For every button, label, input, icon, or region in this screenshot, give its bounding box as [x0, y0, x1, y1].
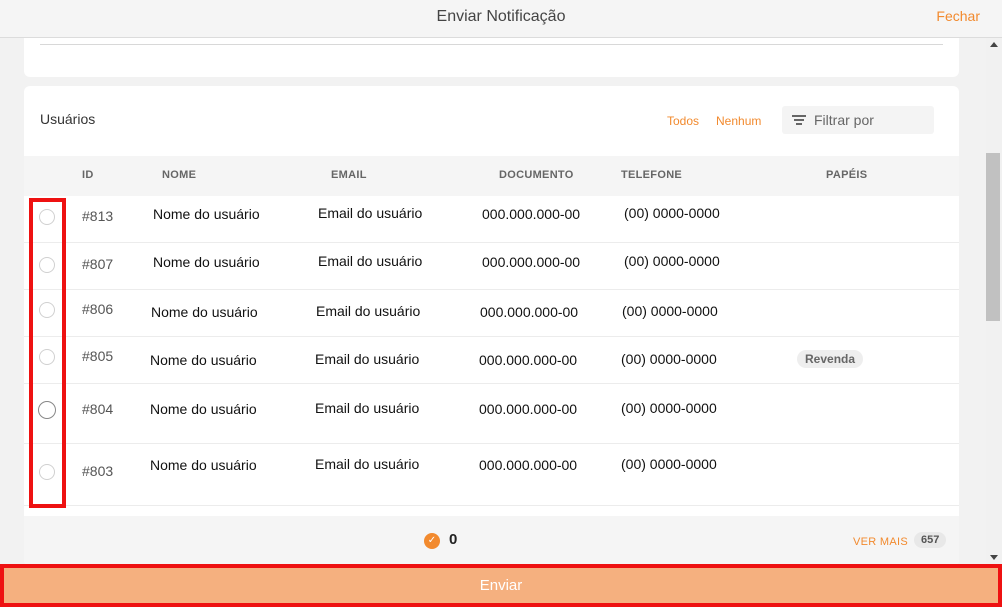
user-phone: (00) 0000-0000 [624, 205, 720, 221]
column-header-phone[interactable]: TELEFONE [621, 169, 682, 181]
user-email: Email do usuário [318, 253, 423, 269]
user-document: 000.000.000-00 [479, 401, 578, 417]
user-phone: (00) 0000-0000 [621, 456, 717, 472]
user-name: Nome do usuário [153, 206, 260, 222]
modal-title: Enviar Notificação [436, 8, 566, 25]
user-document: 000.000.000-00 [480, 304, 579, 320]
user-email: Email do usuário [316, 303, 421, 319]
user-id: #807 [82, 256, 114, 272]
see-more-link[interactable]: VER MAIS [853, 536, 908, 548]
users-section-title: Usuários [40, 111, 96, 127]
user-id: #804 [82, 401, 114, 417]
send-button[interactable]: Enviar [0, 564, 1002, 607]
user-email: Email do usuário [315, 456, 420, 472]
modal-header: Enviar Notificação Fechar [0, 0, 1002, 38]
filter-box[interactable] [782, 106, 934, 134]
scrollbar-thumb[interactable] [986, 153, 1000, 321]
table-row[interactable]: #813 Nome do usuário Email do usuário 00… [24, 196, 959, 243]
user-document: 000.000.000-00 [479, 457, 578, 473]
table-row[interactable]: #807 Nome do usuário Email do usuário 00… [24, 243, 959, 290]
user-document: 000.000.000-00 [482, 206, 581, 222]
user-name: Nome do usuário [150, 401, 257, 417]
table-row[interactable]: #805 Nome do usuário Email do usuário 00… [24, 337, 959, 384]
scrollbar[interactable] [986, 38, 1002, 564]
user-phone: (00) 0000-0000 [624, 253, 720, 269]
column-header-id[interactable]: ID [82, 169, 94, 181]
select-none-link[interactable]: Nenhum [716, 114, 761, 128]
user-phone: (00) 0000-0000 [622, 303, 718, 319]
filter-input[interactable] [814, 106, 929, 134]
user-id: #805 [82, 348, 114, 364]
user-id: #803 [82, 463, 114, 479]
user-document: 000.000.000-00 [482, 254, 581, 270]
scroll-down-icon[interactable] [990, 555, 998, 560]
user-name: Nome do usuário [150, 352, 257, 368]
select-all-link[interactable]: Todos [667, 114, 699, 128]
selected-count: 0 [449, 531, 458, 548]
users-card: Usuários Todos Nenhum ID NOME EMAIL DOCU… [24, 86, 959, 564]
table-header: ID NOME EMAIL DOCUMENTO TELEFONE PAPÉIS [24, 156, 959, 196]
column-header-name[interactable]: NOME [162, 169, 196, 181]
total-count-badge: 657 [914, 532, 947, 548]
close-button[interactable]: Fechar [936, 8, 980, 24]
user-email: Email do usuário [315, 400, 420, 416]
user-name: Nome do usuário [150, 457, 257, 473]
user-email: Email do usuário [315, 351, 420, 367]
table-row[interactable]: #804 Nome do usuário Email do usuário 00… [24, 384, 959, 444]
column-header-roles[interactable]: PAPÉIS [826, 169, 867, 181]
user-document: 000.000.000-00 [479, 352, 578, 368]
user-id: #813 [82, 208, 114, 224]
modal-content: Usuários Todos Nenhum ID NOME EMAIL DOCU… [0, 38, 986, 564]
table-footer: ✓ 0 VER MAIS 657 [24, 516, 959, 564]
filter-icon [792, 115, 806, 125]
table-row[interactable]: #806 Nome do usuário Email do usuário 00… [24, 290, 959, 337]
user-name: Nome do usuário [153, 254, 260, 270]
role-badge: Revenda [797, 350, 864, 368]
divider [40, 44, 943, 45]
message-card [24, 38, 959, 77]
user-phone: (00) 0000-0000 [621, 351, 717, 367]
user-id: #806 [82, 301, 114, 317]
table-row[interactable]: #803 Nome do usuário Email do usuário 00… [24, 444, 959, 506]
check-icon: ✓ [424, 533, 440, 549]
user-phone: (00) 0000-0000 [621, 400, 717, 416]
column-header-document[interactable]: DOCUMENTO [499, 169, 574, 181]
user-name: Nome do usuário [151, 304, 258, 320]
user-email: Email do usuário [318, 205, 423, 221]
column-header-email[interactable]: EMAIL [331, 169, 367, 181]
radio-column-highlight [29, 198, 66, 508]
scroll-up-icon[interactable] [990, 42, 998, 47]
